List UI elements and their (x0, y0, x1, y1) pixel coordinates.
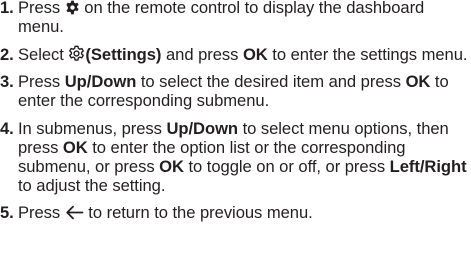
left-right-key-label: Left/Right (389, 156, 467, 176)
settings-gear-icon (68, 45, 85, 62)
step-text: to enter the settings menu. (267, 44, 468, 64)
gear-icon (65, 0, 80, 15)
step-number: 2. (0, 44, 14, 64)
step-text: to select the desired item and press (136, 72, 406, 91)
ok-key-label: OK (159, 156, 184, 176)
step-text: and press (161, 44, 243, 64)
back-arrow-icon (65, 205, 84, 220)
step-text: to adjust the setting. (18, 175, 166, 195)
up-down-key-label: Up/Down (64, 72, 137, 91)
step-text: to return to the previous menu. (83, 203, 313, 222)
step-text: Select (18, 44, 69, 64)
step-text: Press (18, 203, 65, 222)
ok-key-label: OK (242, 44, 268, 64)
step-3: 3. Press Up/Down to select the desired i… (0, 72, 471, 110)
step-text: on the remote control to display the das… (18, 0, 425, 36)
step-text: to toggle on or off, or press (183, 156, 390, 176)
up-down-key-label: Up/Down (166, 118, 239, 138)
step-text: Press (18, 72, 65, 91)
step-5: 5. Press to return to the previous menu. (0, 203, 471, 222)
step-2: 2. Select (Settings) and press OK to ent… (0, 45, 471, 64)
instruction-list: 1. Press on the remote control to displa… (0, 0, 471, 231)
step-number: 5. (0, 203, 14, 222)
step-text: Press (18, 0, 65, 17)
ok-key-label: OK (405, 72, 431, 91)
step-4: 4. In submenus, press Up/Down to select … (0, 119, 471, 195)
ok-key-label: OK (62, 137, 88, 157)
settings-label: (Settings) (85, 44, 162, 64)
step-number: 4. (0, 118, 14, 138)
step-number: 1. (0, 0, 14, 17)
step-1: 1. Press on the remote control to displa… (0, 0, 471, 36)
step-text: In submenus, press (18, 118, 167, 138)
step-number: 3. (0, 72, 14, 91)
